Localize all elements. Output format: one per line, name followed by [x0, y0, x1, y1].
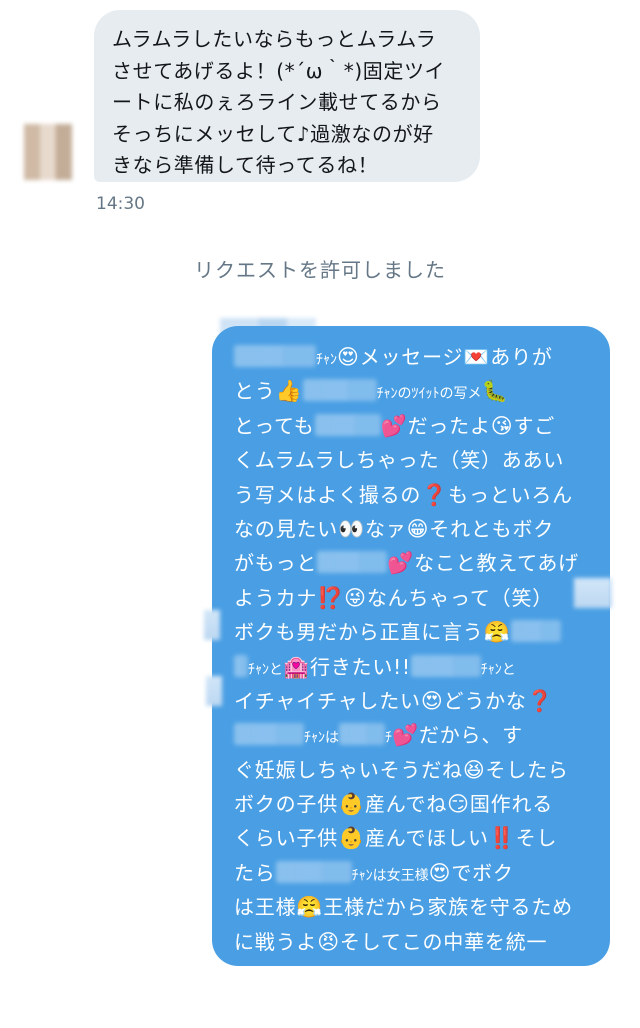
message-line: そっちにメッセして♪過激なのが好	[112, 121, 434, 146]
message-line: ムラムラしたいならもっとムラムラ	[112, 27, 437, 51]
redacted-text	[206, 676, 222, 706]
love-hotel-emoji: 🏩	[283, 654, 310, 679]
redacted-text	[510, 620, 561, 643]
redacted-text	[302, 379, 377, 402]
message-line: ボクの子供👶産んでね😏国作れる	[234, 792, 554, 817]
message-line: ﾁｬﾝと🏩行きたい!! ﾁｬﾝと	[234, 650, 604, 684]
two-hearts-emoji: 💕	[387, 551, 415, 576]
redacted-text	[339, 723, 385, 746]
message-line: ﾁｬﾝ😍メッセージ💌ありが	[234, 340, 604, 374]
redacted-text	[317, 551, 388, 574]
redacted-text	[234, 654, 248, 677]
question-mark-emoji: ❓	[526, 688, 554, 713]
two-hearts-emoji: 💕	[392, 723, 419, 748]
message-line: ボクも男だから正直に言う😤	[234, 615, 604, 649]
smirk-emoji: 😏	[447, 792, 470, 817]
message-line: う写メはよく撮るの❓もっといろん	[234, 482, 573, 507]
request-accepted-notice: リクエストを許可しました	[194, 258, 446, 282]
message-line: とう👍 ﾁｬﾝのﾂｲｯﾄの写メ🐛	[234, 379, 509, 404]
grin-emoji: 😁	[406, 516, 430, 541]
message-line: とっても 💕だったよ😘すご	[234, 413, 556, 438]
two-hearts-emoji: 💕	[380, 413, 408, 438]
message-line: くムラムラしちゃった（笑）ああい	[234, 448, 565, 473]
redacted-text	[234, 723, 304, 746]
triumph-emoji: 😤	[296, 895, 324, 920]
message-line: ぐ妊娠しちゃいそうだね😆そしたら	[234, 757, 569, 782]
winking-tongue-emoji: 😜	[344, 585, 367, 610]
message-line: イチャイチャしたい😍どうかな❓	[234, 688, 554, 713]
message-line: きなら準備して待ってるね！	[112, 153, 379, 177]
message-line: ートに私のぇろライン載せてるから	[112, 90, 442, 114]
redacted-text	[234, 345, 316, 367]
outgoing-message-bubble[interactable]: ﾁｬﾝ😍メッセージ💌ありが とう👍 ﾁｬﾝのﾂｲｯﾄの写メ🐛 とっても 💕だったよ😘…	[212, 326, 610, 1022]
avatar[interactable]	[24, 124, 72, 180]
love-letter-emoji: 💌	[463, 345, 491, 369]
thumbs-up-emoji: 👍	[275, 379, 303, 404]
heart-eyes-emoji: 😍	[428, 860, 452, 885]
redacted-text	[314, 413, 381, 436]
angry-emoji: 😠	[317, 929, 340, 954]
kiss-emoji: 😘	[490, 413, 514, 438]
message-line: たら ﾁｬﾝは女王様😍でボク	[234, 860, 514, 885]
message-line: がもっと 💕なこと教えてあげ	[234, 551, 579, 576]
triumph-emoji: 😤	[483, 620, 511, 645]
heart-eyes-emoji: 😍	[420, 688, 444, 713]
message-line: に戦うよ😠そしてこの中華を統一	[234, 929, 548, 954]
message-line: くらい子供👶産んでほしい‼️そし	[234, 826, 558, 851]
caterpillar-emoji: 🐛	[481, 379, 509, 404]
heart-eyes-emoji: 😍	[337, 345, 360, 369]
message-line: させてあげるよ！(*´ω｀*)固定ツイ	[112, 58, 446, 83]
redacted-text	[275, 860, 352, 883]
question-mark-emoji: ❓	[421, 482, 449, 507]
message-line: は王様😤王様だから家族を守るため	[234, 895, 573, 920]
baby-emoji: 👶	[338, 826, 365, 851]
message-line: ようカナ⁉️😜なんちゃって（笑）	[234, 585, 554, 610]
incoming-message-bubble[interactable]: ムラムラしたいならもっとムラムラ させてあげるよ！(*´ω｀*)固定ツイ ートに…	[94, 10, 480, 182]
redacted-text	[204, 610, 220, 640]
baby-emoji: 👶	[338, 792, 365, 817]
interrobang-emoji: ⁉️	[317, 585, 345, 610]
message-timestamp: 14:30	[96, 194, 145, 214]
message-line: なの見たい👀なァ😁それともボク	[234, 516, 555, 541]
message-line: ﾁｬﾝは ﾁ💕だから、す	[234, 718, 604, 752]
message-line: し、戦乱の世を終わらせる。私が中	[234, 964, 567, 989]
message-line: 華を統一する最初の王になる。わか	[234, 998, 567, 1023]
laughing-emoji: 😆	[462, 757, 486, 782]
double-exclamation-emoji: ‼️	[488, 826, 516, 851]
eyes-emoji: 👀	[338, 516, 365, 541]
redacted-text	[574, 578, 612, 608]
redacted-text	[410, 654, 481, 677]
